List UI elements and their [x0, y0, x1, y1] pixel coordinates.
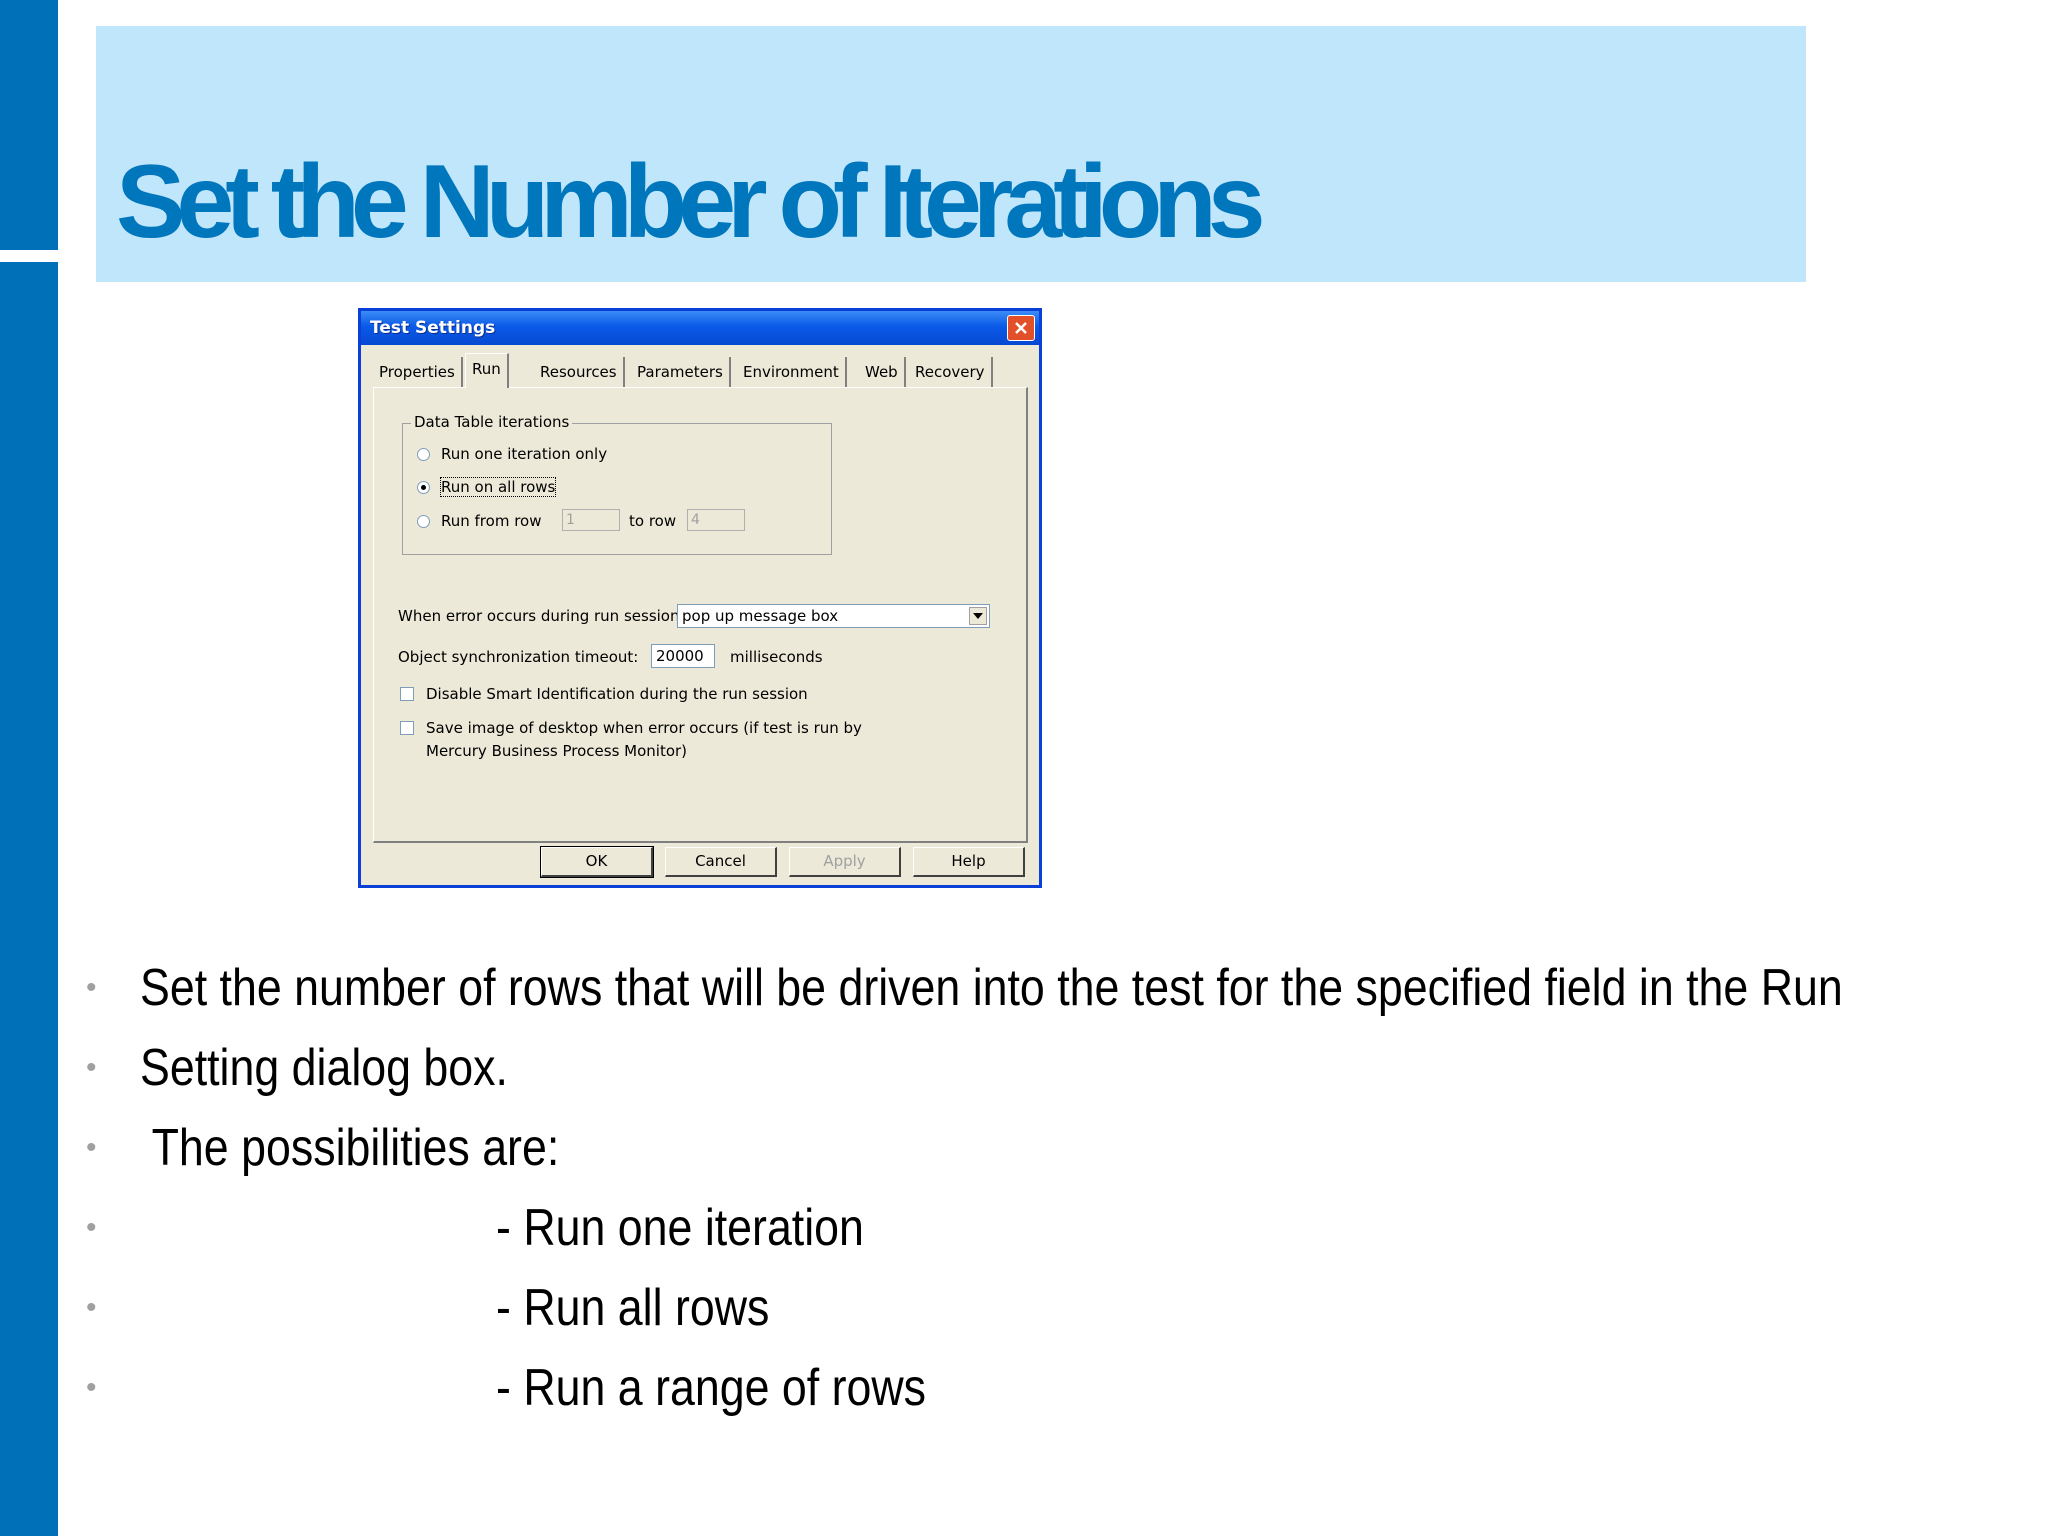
save-image-label-line2: Mercury Business Process Monitor)	[426, 742, 688, 760]
error-label: When error occurs during run session:	[398, 607, 685, 625]
ok-button[interactable]: OK	[540, 846, 654, 878]
from-row-input[interactable]: 1	[562, 509, 620, 531]
radio-run-from-row[interactable]: Run from row 1 to row 4	[417, 509, 817, 533]
radio-button-checked[interactable]	[417, 481, 430, 494]
left-accent-bar-top	[0, 0, 58, 250]
bullet-text: Setting dialog box.	[140, 1039, 508, 1097]
bullet-item: • The possibilities are:	[86, 1108, 2026, 1188]
bullet-dot: •	[86, 971, 97, 1004]
bullet-item: • Set the number of rows that will be dr…	[86, 948, 2026, 1028]
run-tab-panel: Data Table iterations Run one iteration …	[373, 387, 1028, 843]
dialog-titlebar: Test Settings	[361, 311, 1039, 345]
dialog-title: Test Settings	[370, 318, 496, 338]
sync-unit-label: milliseconds	[730, 648, 823, 666]
disable-smart-id-label: Disable Smart Identification during the …	[426, 685, 808, 703]
error-behavior-select[interactable]: pop up message box	[677, 604, 990, 628]
tab-strip: Properties Run Resources Parameters Envi…	[373, 353, 999, 388]
save-image-checkbox[interactable]	[400, 721, 414, 735]
bullet-dot: •	[86, 1211, 97, 1244]
cancel-button[interactable]: Cancel	[665, 847, 777, 877]
slide: Set the Number of Iterations Test Settin…	[0, 0, 2048, 1536]
bullet-item: • Setting dialog box.	[86, 1028, 2026, 1108]
radio-label: Run one iteration only	[441, 445, 608, 463]
to-row-input[interactable]: 4	[687, 509, 745, 531]
bullet-dot: •	[86, 1131, 97, 1164]
radio-label: Run on all rows	[439, 477, 557, 497]
select-value: pop up message box	[682, 607, 839, 625]
close-icon	[1015, 322, 1027, 334]
sync-timeout-input[interactable]: 20000	[651, 644, 715, 668]
help-button[interactable]: Help	[913, 847, 1025, 877]
radio-button[interactable]	[417, 515, 430, 528]
bullet-dot: •	[86, 1371, 97, 1404]
bullet-item: • - Run a range of rows	[86, 1348, 2026, 1428]
test-settings-dialog: Test Settings Properties Run Resources P…	[358, 308, 1042, 888]
tab-properties[interactable]: Properties	[373, 357, 463, 387]
bullet-text: The possibilities are:	[140, 1119, 560, 1177]
bullet-list: • Set the number of rows that will be dr…	[86, 948, 2026, 1428]
to-row-label: to row	[629, 512, 677, 530]
tab-run[interactable]: Run	[465, 353, 509, 388]
bullet-dot: •	[86, 1291, 97, 1324]
bullet-item: • - Run all rows	[86, 1268, 2026, 1348]
bullet-dot: •	[86, 1051, 97, 1084]
close-button[interactable]	[1007, 315, 1035, 341]
tab-recovery[interactable]: Recovery	[909, 357, 993, 387]
sync-timeout-label: Object synchronization timeout:	[398, 648, 639, 666]
left-accent-bar-bottom	[0, 262, 58, 1536]
tab-resources[interactable]: Resources	[534, 357, 625, 387]
bullet-text: - Run all rows	[496, 1279, 770, 1337]
radio-label: Run from row	[441, 512, 542, 530]
group-label: Data Table iterations	[411, 413, 573, 431]
bullet-text: Set the number of rows that will be driv…	[140, 959, 1843, 1017]
data-table-iterations-group: Data Table iterations Run one iteration …	[402, 413, 832, 555]
bullet-item: • - Run one iteration	[86, 1188, 2026, 1268]
chevron-down-icon[interactable]	[969, 607, 987, 625]
bullet-text: - Run a range of rows	[496, 1359, 927, 1417]
slide-title: Set the Number of Iterations	[116, 144, 1266, 260]
tab-environment[interactable]: Environment	[737, 357, 847, 387]
tab-parameters[interactable]: Parameters	[631, 357, 731, 387]
radio-button[interactable]	[417, 448, 430, 461]
tab-web[interactable]: Web	[859, 357, 906, 387]
save-image-label-line1: Save image of desktop when error occurs …	[426, 719, 862, 737]
disable-smart-id-checkbox[interactable]	[400, 687, 414, 701]
bullet-text: - Run one iteration	[496, 1199, 864, 1257]
apply-button[interactable]: Apply	[789, 847, 901, 877]
